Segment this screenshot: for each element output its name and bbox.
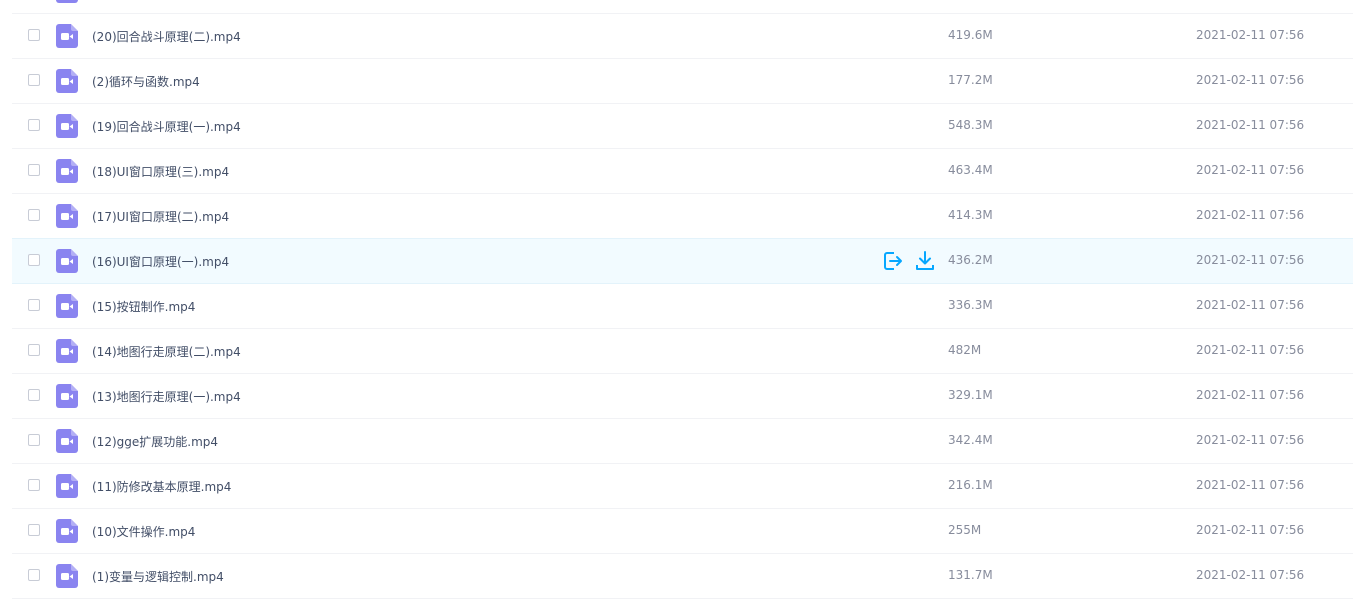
file-size: 177.2M bbox=[948, 73, 993, 87]
video-file-icon bbox=[56, 159, 78, 183]
file-modified-time: 2021-02-11 07:56 bbox=[1196, 523, 1305, 537]
row-checkbox[interactable] bbox=[28, 299, 40, 311]
file-name[interactable]: (11)防修改基本原理.mp4 bbox=[92, 478, 231, 495]
file-row[interactable]: (18)UI窗口原理(三).mp4 463.4M 2021-02-11 07:5… bbox=[12, 149, 1353, 194]
file-row[interactable]: (17)UI窗口原理(二).mp4 414.3M 2021-02-11 07:5… bbox=[12, 194, 1353, 239]
file-modified-time: 2021-02-11 07:56 bbox=[1196, 568, 1305, 582]
file-size: 255M bbox=[948, 523, 982, 537]
file-size: 131.7M bbox=[948, 568, 993, 582]
file-row[interactable]: (20)回合战斗原理(二).mp4 419.6M 2021-02-11 07:5… bbox=[12, 14, 1353, 59]
row-checkbox[interactable] bbox=[28, 389, 40, 401]
row-checkbox[interactable] bbox=[28, 569, 40, 581]
file-row[interactable]: (13)地图行走原理(一).mp4 329.1M 2021-02-11 07:5… bbox=[12, 374, 1353, 419]
file-name[interactable]: (16)UI窗口原理(一).mp4 bbox=[92, 253, 229, 270]
file-name[interactable]: (1)变量与逻辑控制.mp4 bbox=[92, 568, 224, 585]
file-modified-time: 2021-02-11 07:56 bbox=[1196, 73, 1305, 87]
file-name[interactable]: (19)回合战斗原理(一).mp4 bbox=[92, 118, 241, 135]
video-file-icon bbox=[56, 69, 78, 93]
download-icon[interactable] bbox=[914, 250, 936, 272]
row-checkbox[interactable] bbox=[28, 209, 40, 221]
file-row[interactable]: (16)UI窗口原理(一).mp4 436.2M 2021-02-11 07:5… bbox=[12, 239, 1353, 284]
file-modified-time: 2021-02-11 07:56 bbox=[1196, 388, 1305, 402]
row-checkbox[interactable] bbox=[28, 119, 40, 131]
file-modified-time: 2021-02-11 07:56 bbox=[1196, 118, 1305, 132]
file-row[interactable]: (14)地图行走原理(二).mp4 482M 2021-02-11 07:56 bbox=[12, 329, 1353, 374]
file-size: 342.4M bbox=[948, 433, 993, 447]
file-row[interactable]: (19)回合战斗原理(一).mp4 548.3M 2021-02-11 07:5… bbox=[12, 104, 1353, 149]
file-name[interactable]: (12)gge扩展功能.mp4 bbox=[92, 433, 218, 450]
video-file-icon bbox=[56, 24, 78, 48]
video-file-icon bbox=[56, 564, 78, 588]
file-size: 436.2M bbox=[948, 253, 993, 267]
file-modified-time: 2021-02-11 07:56 bbox=[1196, 343, 1305, 357]
file-size: 329.1M bbox=[948, 388, 993, 402]
file-row[interactable]: (1)变量与逻辑控制.mp4 131.7M 2021-02-11 07:56 bbox=[12, 554, 1353, 599]
file-modified-time: 2021-02-11 07:56 bbox=[1196, 433, 1305, 447]
file-name[interactable]: (13)地图行走原理(一).mp4 bbox=[92, 388, 241, 405]
row-checkbox[interactable] bbox=[28, 344, 40, 356]
row-checkbox[interactable] bbox=[28, 29, 40, 41]
file-name[interactable]: (2)循环与函数.mp4 bbox=[92, 73, 200, 90]
video-file-icon bbox=[56, 114, 78, 138]
file-name[interactable]: (15)按钮制作.mp4 bbox=[92, 298, 195, 315]
file-size: 482M bbox=[948, 343, 982, 357]
file-size: 463.4M bbox=[948, 163, 993, 177]
file-size: 419.6M bbox=[948, 28, 993, 42]
file-modified-time: 2021-02-11 07:56 bbox=[1196, 28, 1305, 42]
video-file-icon bbox=[56, 249, 78, 273]
file-row[interactable] bbox=[12, 0, 1353, 14]
file-name[interactable]: (10)文件操作.mp4 bbox=[92, 523, 195, 540]
file-list: (20)回合战斗原理(二).mp4 419.6M 2021-02-11 07:5… bbox=[12, 0, 1353, 599]
file-size: 216.1M bbox=[948, 478, 993, 492]
file-modified-time: 2021-02-11 07:56 bbox=[1196, 208, 1305, 222]
row-checkbox[interactable] bbox=[28, 164, 40, 176]
video-file-icon bbox=[56, 519, 78, 543]
file-modified-time: 2021-02-11 07:56 bbox=[1196, 163, 1305, 177]
file-size: 414.3M bbox=[948, 208, 993, 222]
file-size: 336.3M bbox=[948, 298, 993, 312]
file-modified-time: 2021-02-11 07:56 bbox=[1196, 298, 1305, 312]
row-checkbox[interactable] bbox=[28, 254, 40, 266]
row-checkbox[interactable] bbox=[28, 434, 40, 446]
file-row[interactable]: (11)防修改基本原理.mp4 216.1M 2021-02-11 07:56 bbox=[12, 464, 1353, 509]
file-name[interactable]: (20)回合战斗原理(二).mp4 bbox=[92, 28, 241, 45]
file-name[interactable]: (18)UI窗口原理(三).mp4 bbox=[92, 163, 229, 180]
video-file-icon bbox=[56, 0, 78, 3]
video-file-icon bbox=[56, 294, 78, 318]
file-modified-time: 2021-02-11 07:56 bbox=[1196, 253, 1305, 267]
row-checkbox[interactable] bbox=[28, 74, 40, 86]
video-file-icon bbox=[56, 339, 78, 363]
share-icon[interactable] bbox=[882, 250, 904, 272]
video-file-icon bbox=[56, 204, 78, 228]
file-name[interactable]: (14)地图行走原理(二).mp4 bbox=[92, 343, 241, 360]
video-file-icon bbox=[56, 384, 78, 408]
file-row[interactable]: (12)gge扩展功能.mp4 342.4M 2021-02-11 07:56 bbox=[12, 419, 1353, 464]
file-size: 548.3M bbox=[948, 118, 993, 132]
file-row[interactable]: (10)文件操作.mp4 255M 2021-02-11 07:56 bbox=[12, 509, 1353, 554]
row-checkbox[interactable] bbox=[28, 524, 40, 536]
file-modified-time: 2021-02-11 07:56 bbox=[1196, 478, 1305, 492]
file-name[interactable]: (17)UI窗口原理(二).mp4 bbox=[92, 208, 229, 225]
row-checkbox[interactable] bbox=[28, 479, 40, 491]
video-file-icon bbox=[56, 474, 78, 498]
video-file-icon bbox=[56, 429, 78, 453]
file-row[interactable]: (15)按钮制作.mp4 336.3M 2021-02-11 07:56 bbox=[12, 284, 1353, 329]
file-row[interactable]: (2)循环与函数.mp4 177.2M 2021-02-11 07:56 bbox=[12, 59, 1353, 104]
